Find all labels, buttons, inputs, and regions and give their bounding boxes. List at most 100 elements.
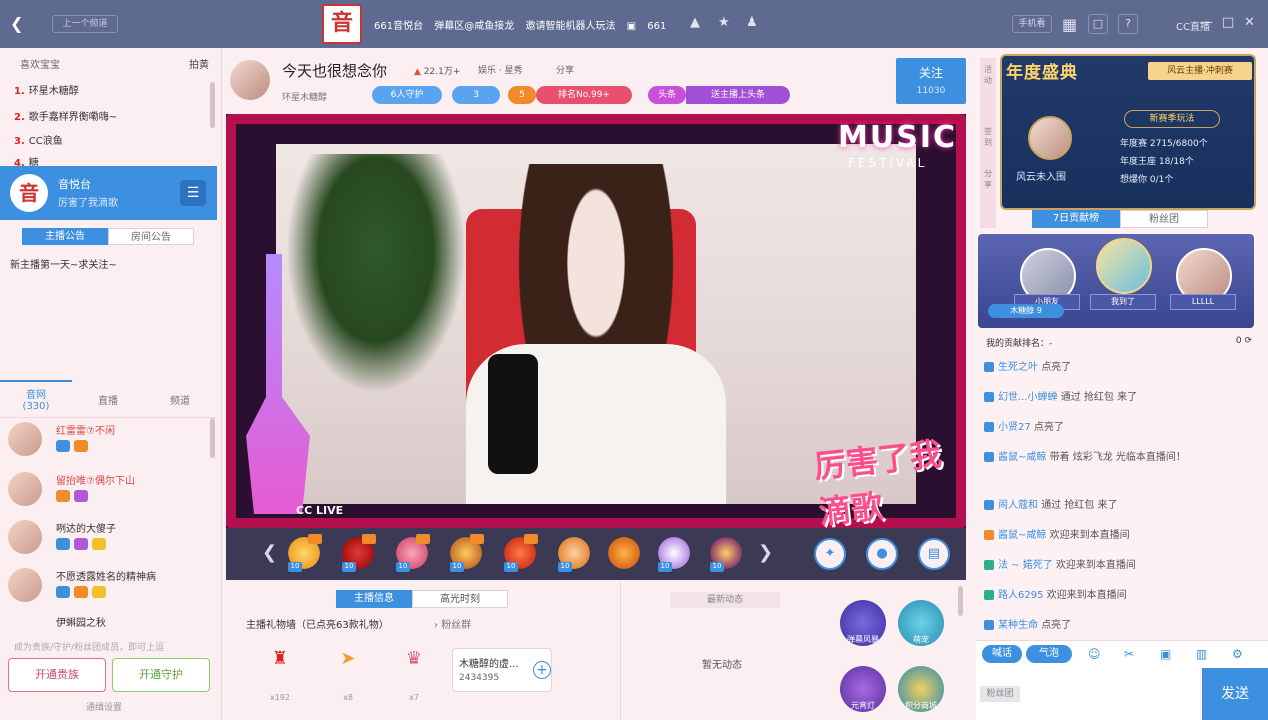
open-noble-button[interactable]: 开通贵族 [8, 658, 106, 692]
video-player[interactable]: MUSIC FESTIVAL 厉害了我滴歌 CC LIVE [226, 114, 966, 528]
rank-header: 喜欢宝宝 [20, 60, 60, 71]
rank-header-right[interactable]: 拍黄 [189, 56, 209, 71]
avatar[interactable] [1096, 238, 1152, 294]
tab-fans[interactable]: 粉丝团 [1120, 210, 1208, 228]
avatar [8, 472, 42, 506]
tab-bubble[interactable]: 气泡 [1026, 645, 1072, 663]
channel-sub: 厉害了我滴歌 [58, 198, 118, 209]
gift-wall-item[interactable]: ♛ x7 [394, 648, 434, 702]
gift-pack-icon[interactable]: ✦ [814, 538, 846, 570]
play-pet[interactable]: 萌宠 [898, 600, 944, 646]
mobile-watch-button[interactable]: 手机看 [1012, 15, 1052, 33]
send-button[interactable]: 发送 [1202, 668, 1268, 720]
tab-room-notice[interactable]: 房间公告 [108, 228, 194, 245]
list-item[interactable]: 留抬唯⑦偶尔下山 [8, 472, 208, 520]
level-badge [56, 440, 70, 452]
annual-event-banner[interactable]: 年度盛典 风云主播·冲刺赛 风云未入围 新赛季玩法 年度赛 2715/6800个… [1000, 54, 1256, 210]
list-item[interactable]: 不愿透露姓名的精神病 [8, 568, 208, 616]
online-count: 661 [647, 21, 667, 32]
fan-group-card[interactable]: 木糖醇的虚... 2434395 + [452, 648, 552, 692]
side-tab[interactable]: 签到 [982, 126, 994, 148]
tab-audience[interactable]: 音网 (330) [0, 380, 72, 412]
tab-live[interactable]: 直播 [72, 392, 144, 407]
fans-group-button[interactable]: 粉丝团 [980, 686, 1020, 702]
share-button[interactable]: 分享 [556, 63, 574, 76]
close-icon[interactable]: ✕ [1244, 15, 1255, 30]
channel-card[interactable]: 音 音悦台 厉害了我滴歌 ☰ [0, 166, 217, 220]
chevron-left-icon[interactable]: ❮ [262, 542, 277, 563]
bag-icon[interactable]: ● [866, 538, 898, 570]
tab-week-rank[interactable]: 7日贡献榜 [1032, 210, 1120, 228]
play-danmu-storm[interactable]: 弹幕风暴 [840, 600, 886, 646]
gift-item[interactable]: 10 [448, 534, 484, 572]
rank-item[interactable]: 1. 环星木糖醇 [14, 82, 79, 97]
music-festival-logo: MUSIC [838, 120, 957, 155]
chat-message: 幻世...小蝉蝉 通过 抢红包 来了 [984, 390, 1254, 405]
image-icon[interactable]: ▣ [1160, 647, 1171, 661]
room-header: 今天也很想念你 ▲ 22.1万+ 娱乐 · 星秀 分享 环星木糖醇 6人守护 3… [224, 48, 978, 112]
tab-channel[interactable]: 频道 [144, 392, 216, 407]
gift-item[interactable]: 10 [556, 534, 592, 572]
tab-host-notice[interactable]: 主播公告 [22, 228, 108, 245]
my-rank-value[interactable]: 0 ⟳ [1236, 336, 1252, 346]
host-avatar[interactable] [230, 60, 270, 100]
help-icon[interactable]: ? [1118, 14, 1138, 34]
side-tab[interactable]: 活动 [982, 64, 994, 86]
maximize-icon[interactable]: □ [1222, 15, 1234, 30]
gear-icon[interactable]: ⚙ [1232, 647, 1243, 661]
play-points-mall[interactable]: 积分商城 [898, 666, 944, 712]
danmu-info[interactable]: 弹幕区@咸鱼接龙 [434, 21, 514, 32]
list-item[interactable]: 红雷雷⑦不闲 [8, 422, 208, 470]
tab-host-info[interactable]: 主播信息 [336, 590, 412, 608]
gift-item[interactable]: 10 [656, 534, 692, 572]
list-item[interactable]: 伊蝌园之秋 [8, 614, 208, 634]
play-lantern[interactable]: 元宵灯 [840, 666, 886, 712]
star-icon[interactable]: ★ [718, 15, 730, 30]
fans-pill[interactable]: 3 [452, 86, 500, 104]
rank-item[interactable]: 2. 歌手嘉样界衡嘞嗨~ [14, 108, 117, 123]
scissors-icon[interactable]: ✂ [1124, 647, 1134, 661]
grid-icon[interactable]: ▦ [1062, 15, 1077, 34]
invite-link[interactable]: 邀请智能机器人玩法 [525, 21, 615, 32]
side-tab[interactable]: 分享 [982, 168, 994, 190]
headline-send[interactable]: 送主播上头条 [686, 86, 790, 104]
headline-pill[interactable]: 头条 [648, 86, 686, 104]
gift-item[interactable]: 10 [286, 534, 322, 572]
rank-scrollbar[interactable] [210, 82, 215, 128]
rank-item[interactable]: 3. CC浪鱼 [14, 132, 63, 147]
event-row: 年度赛 2715/6800个 [1120, 139, 1208, 149]
chat-input[interactable]: 粉丝团 [976, 668, 1200, 720]
back-icon[interactable]: ❮ [10, 14, 23, 33]
lock-icon[interactable]: ▥ [1196, 647, 1207, 661]
settings-link[interactable]: 通缉设置 [86, 700, 122, 713]
activity-scrollbar[interactable] [958, 586, 963, 616]
prev-channel-button[interactable]: 上一个频道 [52, 15, 118, 33]
gift-item[interactable]: 10 [708, 534, 744, 572]
gift-wall-item[interactable]: ➤ x8 [328, 648, 368, 702]
tab-highlight[interactable]: 高光时刻 [412, 590, 508, 608]
guard-pill[interactable]: 6人守护 [372, 86, 442, 104]
gift-wall-item[interactable]: ♜ x192 [260, 648, 300, 702]
menu-icon[interactable]: ☰ [180, 180, 206, 206]
chevron-right-icon[interactable]: ❯ [758, 542, 773, 563]
open-guard-button[interactable]: 开通守护 [112, 658, 210, 692]
users-icon[interactable]: ♟ [746, 15, 758, 30]
category-link[interactable]: 娱乐 · 星秀 [478, 63, 523, 76]
tab-chat[interactable]: 喊话 [982, 645, 1022, 663]
plus-icon[interactable]: + [533, 661, 551, 679]
store-icon[interactable]: ▤ [918, 538, 950, 570]
follow-button[interactable]: 关注 11030 [896, 58, 966, 104]
gift-item[interactable]: 10 [502, 534, 538, 572]
lock-icon[interactable]: □ [1088, 14, 1108, 34]
new-season-button[interactable]: 新赛季玩法 [1124, 110, 1220, 128]
minimize-icon[interactable]: — [1200, 15, 1213, 30]
list-item[interactable]: 咧达的大傻子 [8, 520, 208, 568]
gift-item[interactable]: 10 [340, 534, 376, 572]
rank-pill[interactable]: 排名No.99+ [536, 86, 632, 104]
emoji-icon[interactable]: ☺ [1088, 647, 1101, 661]
gift-item[interactable] [606, 534, 642, 572]
upload-icon[interactable]: ▲ [690, 15, 700, 30]
gift-item[interactable]: 10 [394, 534, 430, 572]
level-badge [56, 490, 70, 502]
audience-scrollbar[interactable] [210, 418, 215, 458]
